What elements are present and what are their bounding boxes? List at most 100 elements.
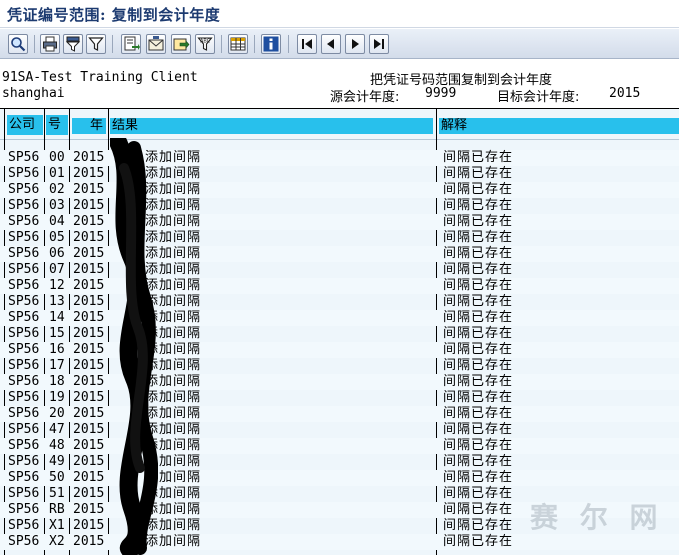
table-row[interactable]: SP56 19 2015 添加间隔 间隔已存在 <box>0 390 679 406</box>
cell-year: 2015 <box>73 470 105 485</box>
table-row[interactable]: SP56 50 2015 添加间隔 间隔已存在 <box>0 470 679 486</box>
table-row[interactable]: SP56 16 2015 添加间隔 间隔已存在 <box>0 342 679 358</box>
column-header-company[interactable]: 公司 <box>7 115 43 135</box>
cell-company: SP56 <box>8 486 40 501</box>
cell-number: 16 <box>49 342 65 357</box>
cell-year: 2015 <box>73 182 105 197</box>
table-row[interactable]: SP56 06 2015 添加间隔 间隔已存在 <box>0 246 679 262</box>
cell-year: 2015 <box>73 358 105 373</box>
cell-year: 2015 <box>73 198 105 213</box>
cell-explanation: 间隔已存在 <box>443 518 514 533</box>
column-header-number[interactable]: 号 <box>46 115 68 135</box>
last-page-icon[interactable] <box>369 34 389 54</box>
cell-number: 04 <box>49 214 65 229</box>
cell-explanation: 间隔已存在 <box>443 310 514 325</box>
table-row[interactable]: SP56 04 2015 添加间隔 间隔已存在 <box>0 214 679 230</box>
toolbar-separator <box>288 35 289 53</box>
cell-number: 48 <box>49 438 65 453</box>
column-header-result[interactable]: 结果 <box>110 118 433 134</box>
cell-company: SP56 <box>8 534 40 549</box>
table-row[interactable]: SP56 15 2015 添加间隔 间隔已存在 <box>0 326 679 342</box>
column-header-explanation[interactable]: 解释 <box>439 118 679 134</box>
table-row[interactable]: SP56 47 2015 添加间隔 间隔已存在 <box>0 422 679 438</box>
cell-number: 03 <box>49 198 65 213</box>
cell-year: 2015 <box>73 214 105 229</box>
next-page-icon[interactable] <box>345 34 365 54</box>
cell-year: 2015 <box>73 438 105 453</box>
table-row[interactable]: SP56 18 2015 添加间隔 间隔已存在 <box>0 374 679 390</box>
cell-number: 17 <box>49 358 65 373</box>
cell-explanation: 间隔已存在 <box>443 262 514 277</box>
cell-year: 2015 <box>73 294 105 309</box>
cell-company: SP56 <box>8 310 40 325</box>
cell-number: 19 <box>49 390 65 405</box>
search-icon[interactable] <box>8 34 28 54</box>
city-name: shanghai <box>2 86 65 101</box>
table-layout-icon[interactable] <box>228 34 248 54</box>
cell-number: 02 <box>49 182 65 197</box>
previous-page-icon[interactable] <box>321 34 341 54</box>
cell-number: 20 <box>49 406 65 421</box>
export-icon[interactable] <box>121 34 141 54</box>
cell-company: SP56 <box>8 198 40 213</box>
cell-explanation: 间隔已存在 <box>443 422 514 437</box>
cell-year: 2015 <box>73 374 105 389</box>
cell-company: SP56 <box>8 166 40 181</box>
target-year-value: 2015 <box>609 86 641 101</box>
table-row[interactable]: SP56 14 2015 添加间隔 间隔已存在 <box>0 310 679 326</box>
filter-icon[interactable] <box>63 34 83 54</box>
table-row[interactable]: SP56 03 2015 添加间隔 间隔已存在 <box>0 198 679 214</box>
save-icon[interactable] <box>171 34 191 54</box>
cell-year: 2015 <box>73 326 105 341</box>
column-header-year[interactable]: 年 <box>72 118 106 134</box>
cell-explanation: 间隔已存在 <box>443 454 514 469</box>
cell-explanation: 间隔已存在 <box>443 358 514 373</box>
redaction-scribble <box>110 138 158 555</box>
mail-icon[interactable] <box>146 34 166 54</box>
cell-company: SP56 <box>8 358 40 373</box>
table-row[interactable]: SP56 20 2015 添加间隔 间隔已存在 <box>0 406 679 422</box>
cell-year: 2015 <box>73 454 105 469</box>
table-row[interactable]: SP56 12 2015 添加间隔 间隔已存在 <box>0 278 679 294</box>
cell-company: SP56 <box>8 342 40 357</box>
client-name: 91SA-Test Training Client <box>2 70 198 85</box>
cell-company: SP56 <box>8 422 40 437</box>
table-row[interactable]: SP56 01 2015 添加间隔 间隔已存在 <box>0 166 679 182</box>
cell-year: 2015 <box>73 518 105 533</box>
cell-explanation: 间隔已存在 <box>443 438 514 453</box>
cell-explanation: 间隔已存在 <box>443 230 514 245</box>
table-row[interactable]: SP56 49 2015 添加间隔 间隔已存在 <box>0 454 679 470</box>
table-row[interactable]: SP56 17 2015 添加间隔 间隔已存在 <box>0 358 679 374</box>
table-row[interactable]: SP56 02 2015 添加间隔 间隔已存在 <box>0 182 679 198</box>
cell-number: RB <box>49 502 65 517</box>
cell-company: SP56 <box>8 182 40 197</box>
table-row[interactable]: SP56 48 2015 添加间隔 间隔已存在 <box>0 438 679 454</box>
info-icon[interactable] <box>261 34 281 54</box>
source-year-label: 源会计年度: <box>330 90 400 105</box>
svg-text:ABC: ABC <box>200 39 211 45</box>
cell-explanation: 间隔已存在 <box>443 166 514 181</box>
cell-year: 2015 <box>73 262 105 277</box>
cell-year: 2015 <box>73 390 105 405</box>
cell-number: 01 <box>49 166 65 181</box>
cell-number: 12 <box>49 278 65 293</box>
table-row[interactable]: SP56 00 2015 添加间隔 间隔已存在 <box>0 150 679 166</box>
cell-year: 2015 <box>73 166 105 181</box>
cell-number: 13 <box>49 294 65 309</box>
cell-explanation: 间隔已存在 <box>443 326 514 341</box>
table-row[interactable]: SP56 07 2015 添加间隔 间隔已存在 <box>0 262 679 278</box>
first-page-icon[interactable] <box>297 34 317 54</box>
cell-number: 15 <box>49 326 65 341</box>
header-rule <box>0 139 679 140</box>
table-row[interactable]: SP56 05 2015 添加间隔 间隔已存在 <box>0 230 679 246</box>
funnel-icon[interactable] <box>86 34 106 54</box>
cell-year: 2015 <box>73 502 105 517</box>
toolbar-separator <box>221 35 222 53</box>
table-row[interactable]: SP56 X2 2015 添加间隔 间隔已存在 <box>0 534 679 550</box>
cell-year: 2015 <box>73 534 105 549</box>
abc-filter-icon[interactable]: ABC <box>195 34 215 54</box>
cell-number: X1 <box>49 518 65 533</box>
cell-number: 51 <box>49 486 65 501</box>
table-row[interactable]: SP56 13 2015 添加间隔 间隔已存在 <box>0 294 679 310</box>
print-icon[interactable] <box>40 34 60 54</box>
